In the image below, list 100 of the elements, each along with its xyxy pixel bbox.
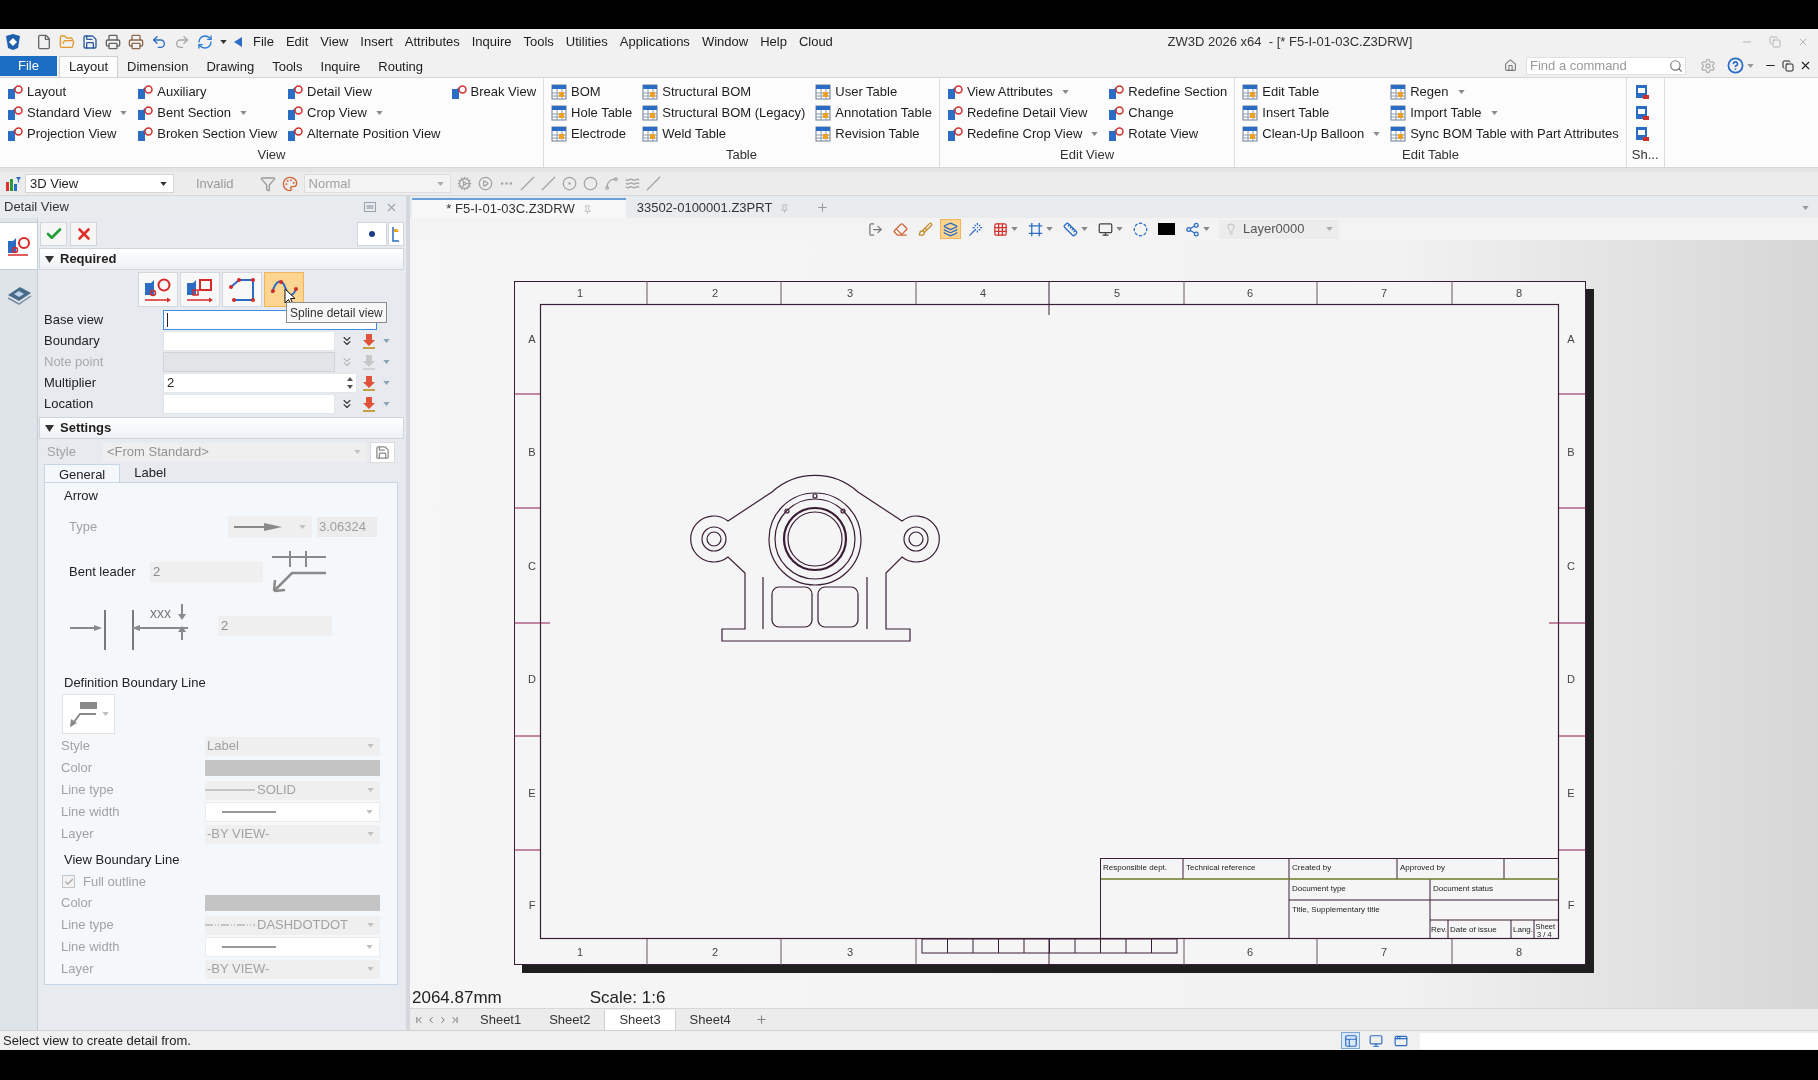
pick-arrow-icon[interactable] (361, 374, 377, 391)
sheet-tab[interactable]: Sheet1 (466, 1009, 536, 1030)
spinner-arrows-icon[interactable] (347, 376, 353, 389)
menu-item[interactable]: Attributes (398, 31, 466, 52)
redo-icon[interactable] (174, 33, 190, 50)
menu-item[interactable]: View (314, 31, 355, 52)
detail-method-button[interactable] (180, 272, 220, 307)
menu-item[interactable]: Applications (613, 31, 696, 52)
detail-method-button[interactable] (222, 272, 262, 307)
ribbon-button[interactable]: Regen (1388, 81, 1621, 102)
sheet-tab[interactable]: Sheet4 (675, 1009, 745, 1030)
ribbon-button[interactable]: Insert Table (1240, 102, 1383, 123)
house-icon[interactable] (1504, 59, 1517, 72)
ribbon-button[interactable]: Import Table (1388, 102, 1621, 123)
printer-icon[interactable] (105, 33, 121, 50)
play-circle-icon[interactable] (477, 176, 493, 191)
layout-toggle[interactable] (1341, 1032, 1360, 1049)
save-style-button[interactable] (370, 441, 395, 463)
ribbon-button[interactable]: Auxiliary (135, 81, 280, 102)
section-header[interactable]: Settings (39, 417, 404, 439)
ribbon-button[interactable]: Standard View (5, 102, 130, 123)
last-sheet-icon[interactable] (450, 1014, 460, 1025)
menu-item[interactable]: Edit (279, 31, 315, 52)
menu-item[interactable]: Insert (354, 31, 399, 52)
filter-icon[interactable] (259, 175, 276, 192)
app-logo-icon[interactable] (4, 32, 22, 51)
pick-arrow-icon[interactable] (361, 332, 377, 349)
ribbon-button[interactable]: Structural BOM (640, 81, 808, 102)
folder-icon[interactable] (59, 33, 75, 50)
circle-icon[interactable] (582, 176, 598, 191)
line-icon[interactable] (645, 176, 661, 191)
ribbon-button[interactable]: Sync BOM Table with Part Attributes (1388, 123, 1621, 144)
first-sheet-icon[interactable] (414, 1014, 424, 1025)
ribbon-button[interactable]: Redefine Crop View (944, 123, 1101, 144)
ribbon-button[interactable]: Edit Table (1240, 81, 1383, 102)
ribbon-tab[interactable]: Tools (263, 56, 312, 77)
ribbon-button[interactable]: Broken Section View (135, 123, 280, 144)
menu-item[interactable]: Cloud (792, 31, 839, 52)
ribbon-button[interactable]: Redefine Detail View (944, 102, 1101, 123)
ribbon-button[interactable]: Projection View (5, 123, 130, 144)
ribbon-button[interactable]: Change (1106, 102, 1230, 123)
ribbon-button[interactable]: Layout (5, 81, 130, 102)
help-icon[interactable] (1727, 57, 1744, 74)
section-header[interactable]: Required (39, 248, 404, 270)
triangle-left-icon[interactable] (234, 36, 242, 47)
undo-icon[interactable] (151, 33, 167, 50)
layer-select[interactable]: Layer0000 (1219, 219, 1339, 239)
pick-arrow-icon[interactable] (361, 395, 377, 412)
line-icon[interactable] (519, 176, 535, 191)
ribbon-button[interactable]: User Table (813, 81, 934, 102)
printer-icon[interactable] (128, 33, 144, 50)
restore-icon[interactable] (1782, 59, 1794, 72)
sheet-tab[interactable]: Sheet3 (604, 1009, 676, 1030)
ribbon-button[interactable]: Redefine Section (1106, 81, 1230, 102)
color-swatch[interactable] (205, 760, 380, 776)
boundary-style-button[interactable] (62, 694, 115, 734)
palette-icon[interactable] (281, 175, 298, 192)
ribbon-tab[interactable]: Inquire (311, 56, 370, 77)
cog-icon[interactable] (456, 176, 472, 191)
settings-icon[interactable] (1700, 57, 1716, 74)
options-button[interactable] (357, 222, 387, 246)
ok-button[interactable] (40, 222, 67, 246)
arrow-type-select[interactable] (228, 516, 312, 538)
settings-tab[interactable]: General (44, 464, 121, 483)
file-tab[interactable]: File (0, 56, 57, 76)
line-width-select[interactable] (205, 937, 380, 957)
menu-item[interactable]: File (247, 31, 280, 52)
line-icon[interactable] (540, 176, 556, 191)
ribbon-tab[interactable]: Routing (369, 56, 433, 77)
toolbar-tool[interactable] (940, 219, 961, 239)
color-bars-icon[interactable] (5, 175, 21, 192)
menu-item[interactable]: Inquire (465, 31, 518, 52)
sheet-tab[interactable]: Sheet2 (535, 1009, 605, 1030)
next-sheet-icon[interactable] (438, 1014, 448, 1025)
menu-item[interactable]: Help (754, 31, 793, 52)
ribbon-button[interactable]: Clean-Up Balloon (1240, 123, 1383, 144)
ribbon-button[interactable]: Electrode (549, 123, 635, 144)
ribbon-tab[interactable]: Dimension (118, 56, 198, 77)
previous-sheet-icon[interactable] (426, 1014, 436, 1025)
close-icon[interactable] (1799, 59, 1812, 72)
cancel-button[interactable] (70, 222, 97, 246)
ribbon-button[interactable]: Weld Table (640, 123, 808, 144)
circle-dot-icon[interactable] (561, 176, 577, 191)
menu-item[interactable]: Window (695, 31, 755, 52)
refresh-icon[interactable] (197, 33, 213, 50)
file-icon[interactable] (36, 33, 52, 50)
ribbon-button[interactable]: Crop View (285, 102, 443, 123)
add-tab-icon[interactable] (816, 201, 829, 214)
window-icon[interactable] (364, 202, 376, 212)
save-icon[interactable] (82, 33, 98, 50)
ribbon-button[interactable]: Bent Section (135, 102, 280, 123)
line-width-select[interactable] (205, 802, 380, 822)
ribbon-button[interactable]: Annotation Table (813, 102, 934, 123)
view-select[interactable]: 3D View (25, 174, 174, 193)
ribbon-button[interactable]: Break View (448, 81, 538, 102)
ribbon-button[interactable]: Alternate Position View (285, 123, 443, 144)
settings-tab[interactable]: Label (120, 463, 181, 482)
color-swatch[interactable] (205, 895, 380, 911)
number-field[interactable]: 2 (163, 372, 357, 393)
ribbon-button[interactable]: Revision Table (813, 123, 934, 144)
